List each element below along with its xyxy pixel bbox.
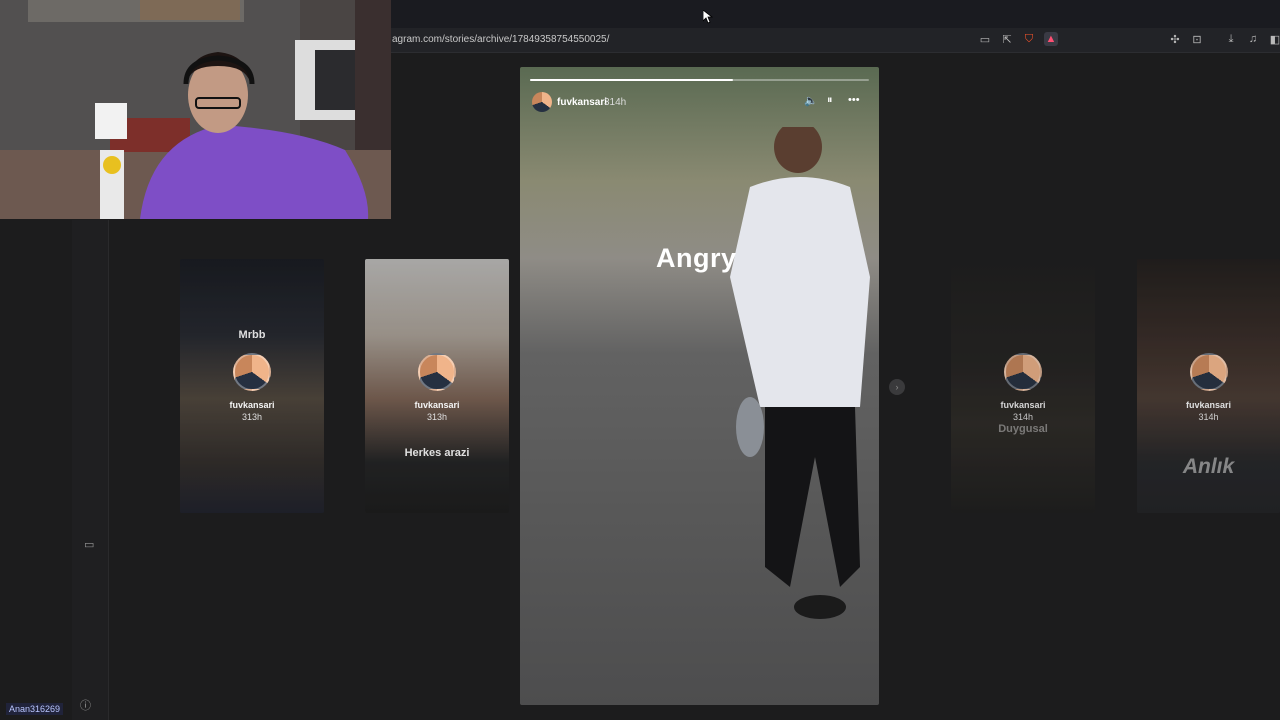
thumbnail-username: fuvkansari <box>414 400 460 410</box>
media-control-icon[interactable]: ♫ <box>1246 32 1260 46</box>
active-story[interactable]: fuvkansari 314h 🔈 ⏸ ••• Angry <box>520 67 879 705</box>
story-avatar[interactable] <box>532 92 552 112</box>
avatar <box>1004 353 1042 391</box>
webcam-feed <box>0 0 391 219</box>
thumbnail-username: fuvkansari <box>1185 400 1232 410</box>
avatar <box>418 353 456 391</box>
thumbnail-caption: Anlık <box>1182 455 1235 478</box>
address-url[interactable]: agram.com/stories/archive/17849358754550… <box>392 34 609 45</box>
toolbar-actions: ✣ ⊡ ⤓ ♫ ◧ <box>1168 32 1280 46</box>
avatar <box>233 353 271 391</box>
tab-search-icon[interactable]: ⊡ <box>1190 32 1204 46</box>
thumbnail-username: fuvkansari <box>229 400 275 410</box>
thumbnail-time: 313h <box>426 412 448 422</box>
extensions-icon[interactable]: ✣ <box>1168 32 1182 46</box>
avatar <box>1190 353 1228 391</box>
left-sidebar <box>72 220 109 720</box>
story-thumbnail-1[interactable]: Mrbb fuvkansari 313h <box>180 259 324 513</box>
thumbnail-caption: Herkes arazi <box>404 447 470 459</box>
sidebar-panel-icon[interactable]: ▭ <box>84 538 94 551</box>
thumbnail-caption: Mrbb <box>238 329 266 341</box>
share-icon[interactable]: ⇱ <box>1000 32 1014 46</box>
thumbnail-caption: Duygusal <box>998 423 1048 435</box>
webcam-overlay <box>0 0 391 219</box>
story-thumbnail-3[interactable]: fuvkansari 314h Duygusal <box>951 259 1095 513</box>
brave-rewards-icon[interactable]: ▲ <box>1044 32 1058 46</box>
thumbnail-time: 314h <box>1012 412 1034 422</box>
next-story-button[interactable]: › <box>889 379 905 395</box>
cast-icon[interactable]: ▭ <box>978 32 992 46</box>
story-photo <box>730 127 870 619</box>
info-icon[interactable]: ⓘ <box>80 697 91 713</box>
story-caption: Angry <box>656 243 737 273</box>
sidebar-toggle-icon[interactable]: ◧ <box>1268 32 1280 46</box>
story-username[interactable]: fuvkansari <box>557 97 607 108</box>
stream-username-label: Anan316269 <box>6 703 64 715</box>
story-thumbnail-2[interactable]: fuvkansari 313h Herkes arazi <box>365 259 509 513</box>
mute-icon[interactable]: 🔈 <box>804 94 818 107</box>
brave-shield-icon[interactable]: ⛉ <box>1022 32 1036 46</box>
download-icon[interactable]: ⤓ <box>1224 32 1238 46</box>
address-bar-actions: ▭ ⇱ ⛉ ▲ <box>978 32 1058 46</box>
story-time: 314h <box>604 97 627 108</box>
more-options-icon[interactable]: ••• <box>848 94 860 106</box>
story-thumbnail-4[interactable]: fuvkansari 314h Anlık <box>1137 259 1280 513</box>
thumbnail-time: 313h <box>241 412 263 422</box>
story-progress-fill <box>530 79 734 81</box>
pause-icon[interactable]: ⏸ <box>827 94 833 107</box>
thumbnail-time: 314h <box>1198 412 1219 422</box>
thumbnail-username: fuvkansari <box>1000 400 1046 410</box>
mouse-cursor-icon <box>703 10 713 24</box>
story-progress-bar <box>530 79 869 81</box>
